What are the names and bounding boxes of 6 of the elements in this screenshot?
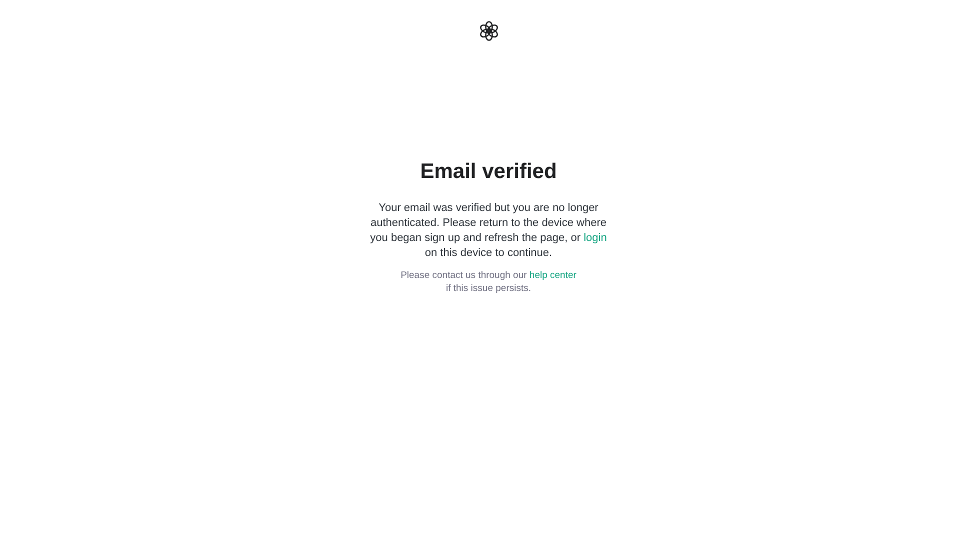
page-title: Email verified: [420, 160, 557, 184]
help-center-link[interactable]: help center: [529, 270, 576, 281]
knot-logo-icon: [478, 20, 500, 42]
status-message: Your email was verified but you are no longer authenticated. Please return to the device where you began sign up and refresh the page, or login on this device to continue.: [369, 201, 608, 261]
help-note: Please contact us through our help center if this issue persists.: [400, 269, 578, 295]
login-link[interactable]: login: [584, 232, 607, 244]
